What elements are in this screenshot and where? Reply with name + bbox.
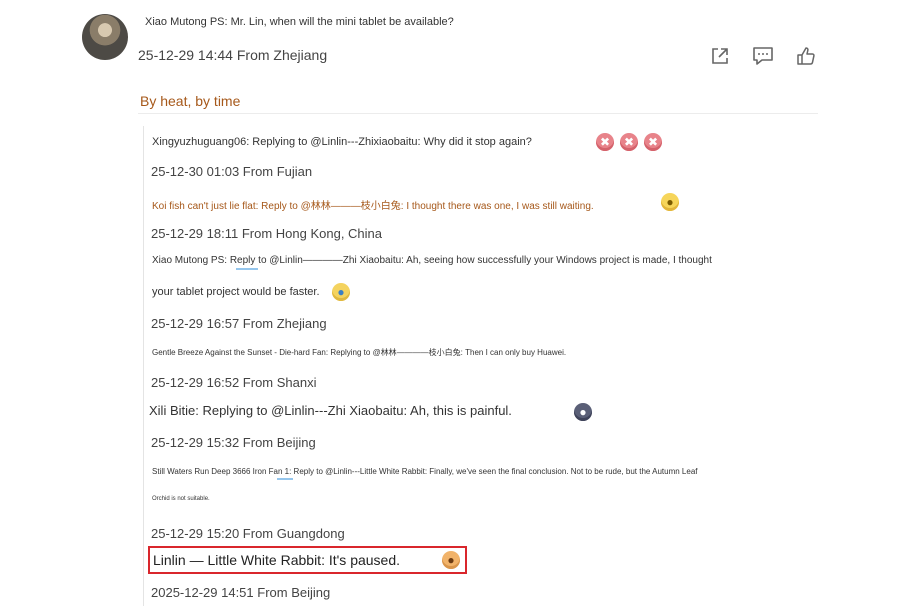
angry-emoji-icon: ✖ [596,133,614,151]
like-icon[interactable] [794,44,818,68]
text-highlight-mark [277,478,293,480]
thread-line [143,126,144,606]
highlighted-reply-text: Linlin — Little White Rabbit: It's pause… [153,552,401,568]
reply-text-4: Gentle Breeze Against the Sunset - Die-h… [152,348,567,357]
post-text: Xiao Mutong PS: Mr. Lin, when will the m… [145,16,454,28]
avatar[interactable] [82,14,128,60]
reply-meta-5: 25-12-29 15:32 From Beijing [151,435,316,450]
angry-emoji-icon: ✖ [644,133,662,151]
highlighted-reply-meta: 2025-12-29 14:51 From Beijing [151,585,331,600]
reply-text-3: Xiao Mutong PS: Reply to @Linlin————Zhi … [152,255,712,266]
angry-emoji-icon: ✖ [620,133,638,151]
reply-meta-2: 25-12-29 18:11 From Hong Kong, China [151,226,383,241]
reply-meta-4: 25-12-29 16:52 From Shanxi [151,375,317,390]
reply-text-1: Xingyuzhuguang06: Replying to @Linlin---… [152,136,532,148]
post-meta: 25-12-29 14:44 From Zhejiang [138,47,328,63]
cool-emoji-icon: ● [661,193,679,211]
reply-text-6-cont: Orchid is not suitable. [152,496,210,502]
crying-emoji-icon: ● [332,283,350,301]
reply-text-3-cont: your tablet project would be faster. [152,286,320,298]
reply-meta-1: 25-12-30 01:03 From Fujian [151,164,313,179]
divider [138,113,818,114]
comment-icon[interactable] [751,44,775,68]
share-icon[interactable] [708,44,732,68]
sort-toggle[interactable]: By heat, by time [140,93,240,109]
dog-emoji-icon: ● [442,551,460,569]
reply-text-5: Xili Bitie: Replying to @Linlin---Zhi Xi… [149,403,512,418]
reply-meta-3: 25-12-29 16:57 From Zhejiang [151,316,327,331]
text-highlight-mark [236,268,258,270]
sad-emoji-icon: ● [574,403,592,421]
reply-text-6: Still Waters Run Deep 3666 Iron Fan 1: R… [152,467,698,476]
reply-meta-6: 25-12-29 15:20 From Guangdong [151,526,345,541]
reply-text-2: Koi fish can't just lie flat: Reply to @… [152,201,594,212]
